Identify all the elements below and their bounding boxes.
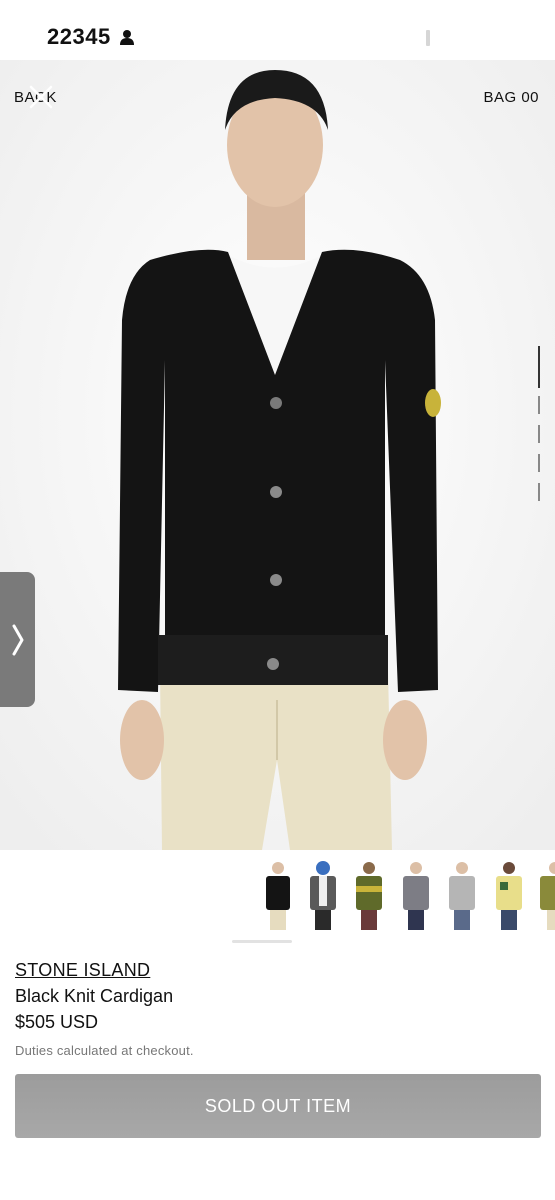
- sheet-drag-handle[interactable]: [232, 940, 292, 943]
- cellular-signal-icon: [405, 30, 430, 46]
- thumbnail[interactable]: [306, 858, 340, 932]
- image-indicator-active[interactable]: [538, 346, 540, 388]
- product-name: Black Knit Cardigan: [15, 986, 174, 1006]
- person-icon: [120, 30, 134, 45]
- close-icon[interactable]: [28, 84, 54, 110]
- sold-out-button[interactable]: SOLD OUT ITEM: [15, 1074, 541, 1138]
- chevron-right-icon: [12, 624, 23, 655]
- battery-icon: [479, 29, 514, 47]
- duties-note: Duties calculated at checkout.: [15, 1043, 194, 1058]
- image-indicator[interactable]: [538, 396, 540, 414]
- side-panel-handle[interactable]: [0, 572, 35, 707]
- thumbnail[interactable]: [538, 858, 555, 932]
- wifi-icon: [443, 27, 469, 47]
- thumbnail[interactable]: [492, 858, 526, 932]
- thumbnail[interactable]: [445, 858, 479, 932]
- product-screen: 22345 BACK BAG 00 STONE ISLAND Black Kni…: [0, 0, 555, 1200]
- thumbnail[interactable]: [352, 858, 386, 932]
- thumbnail[interactable]: [261, 858, 295, 932]
- bag-link[interactable]: BAG 00: [483, 89, 539, 106]
- product-image[interactable]: [0, 60, 555, 850]
- status-bar: 22345: [0, 0, 555, 70]
- image-indicator[interactable]: [538, 483, 540, 501]
- brand-link[interactable]: STONE ISLAND: [15, 960, 150, 981]
- image-indicator[interactable]: [538, 454, 540, 472]
- status-time: 22345: [47, 24, 111, 49]
- thumbnail[interactable]: [399, 858, 433, 932]
- image-indicator[interactable]: [538, 425, 540, 443]
- product-price: $505 USD: [15, 1012, 99, 1032]
